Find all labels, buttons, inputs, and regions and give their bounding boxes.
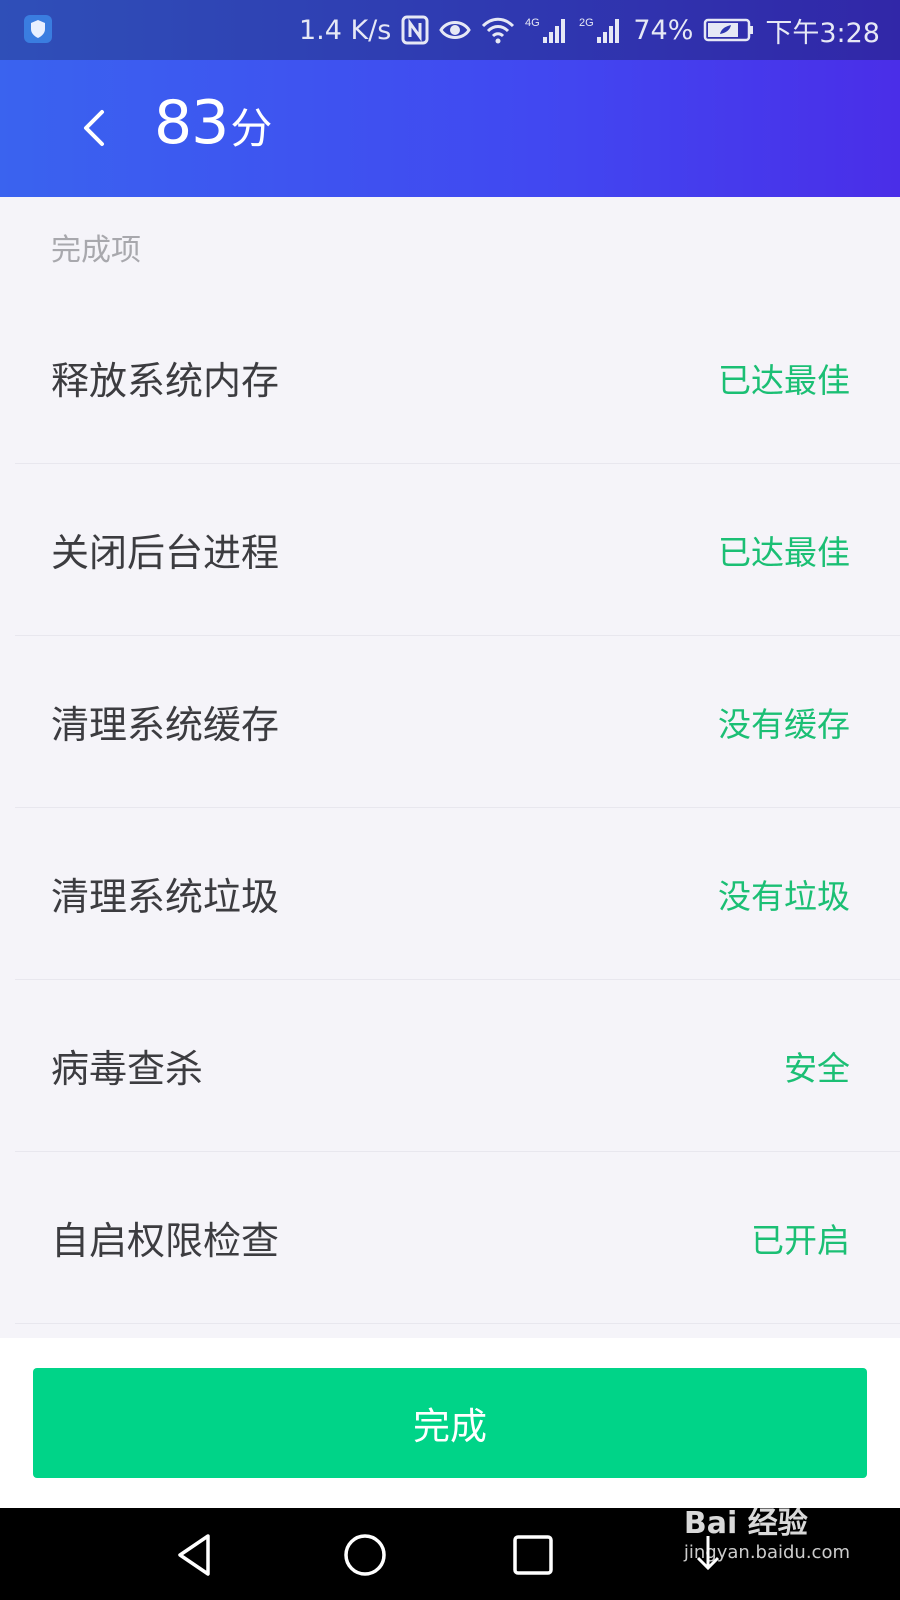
footer: 完成 bbox=[0, 1338, 900, 1508]
wifi-icon bbox=[481, 16, 515, 44]
item-status: 安全 bbox=[784, 1048, 850, 1088]
item-label: 清理系统缓存 bbox=[51, 703, 280, 747]
signal-2g-icon: 2G bbox=[579, 15, 623, 45]
item-label: 关闭后台进程 bbox=[51, 531, 280, 575]
back-arrow-icon[interactable] bbox=[68, 100, 124, 156]
battery-percent: 74% bbox=[633, 14, 694, 46]
completed-items-list: 释放系统内存 已达最佳 关闭后台进程 已达最佳 清理系统缓存 没有缓存 清理系统… bbox=[15, 292, 900, 1324]
item-status: 没有垃圾 bbox=[718, 876, 850, 916]
score-value: 83 bbox=[154, 88, 229, 158]
section-title: 完成项 bbox=[51, 233, 141, 268]
app-header: 83 分 bbox=[0, 60, 900, 197]
item-status: 已达最佳 bbox=[718, 532, 850, 572]
nav-recents-icon[interactable] bbox=[508, 1530, 558, 1580]
status-indicators: 1.4 K/s 4G 2G 74% 下午3:28 bbox=[299, 0, 880, 60]
item-label: 自启权限检查 bbox=[51, 1219, 280, 1263]
item-label: 清理系统垃圾 bbox=[51, 875, 280, 919]
list-item: 清理系统垃圾 没有垃圾 bbox=[15, 808, 900, 980]
list-item: 释放系统内存 已达最佳 bbox=[15, 292, 900, 464]
item-status: 没有缓存 bbox=[718, 704, 850, 744]
score-unit: 分 bbox=[230, 104, 273, 153]
shield-icon bbox=[24, 15, 52, 43]
list-item: 关闭后台进程 已达最佳 bbox=[15, 464, 900, 636]
battery-icon bbox=[703, 17, 755, 43]
nfc-icon bbox=[401, 15, 429, 45]
status-bar: 1.4 K/s 4G 2G 74% 下午3:28 bbox=[0, 0, 900, 60]
signal-4g-icon: 4G bbox=[525, 15, 569, 45]
item-label: 释放系统内存 bbox=[51, 359, 280, 403]
page-title: 83 分 bbox=[154, 88, 272, 158]
item-status: 已开启 bbox=[751, 1220, 850, 1260]
signal-4g-label: 4G bbox=[525, 17, 540, 29]
clock: 下午3:28 bbox=[765, 17, 880, 49]
eye-comfort-icon bbox=[439, 18, 472, 42]
list-item: 病毒查杀 安全 bbox=[15, 980, 900, 1152]
watermark-sub: jingyan.baidu.com bbox=[683, 1542, 850, 1563]
list-item: 清理系统缓存 没有缓存 bbox=[15, 636, 900, 808]
watermark-main: Bai 经验 bbox=[683, 1506, 808, 1541]
watermark: Bai 经验 jingyan.baidu.com bbox=[684, 1498, 850, 1563]
done-button[interactable]: 完成 bbox=[33, 1368, 867, 1478]
list-item: 自启权限检查 已开启 bbox=[15, 1152, 900, 1324]
signal-2g-label: 2G bbox=[579, 17, 594, 29]
item-status: 已达最佳 bbox=[718, 360, 850, 400]
nav-home-icon[interactable] bbox=[340, 1530, 390, 1580]
item-label: 病毒查杀 bbox=[51, 1047, 204, 1091]
network-speed: 1.4 K/s bbox=[298, 14, 392, 46]
nav-back-icon[interactable] bbox=[170, 1530, 220, 1580]
